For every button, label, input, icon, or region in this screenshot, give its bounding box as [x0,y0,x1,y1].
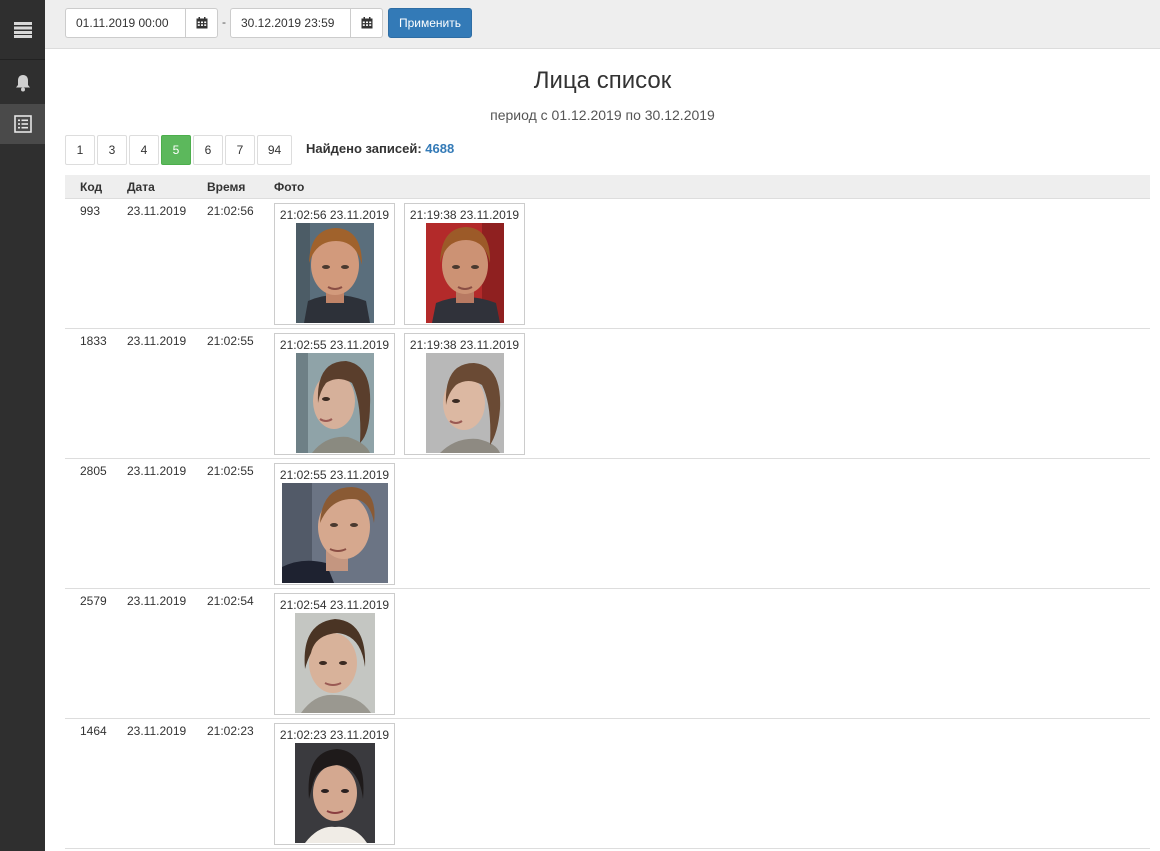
table-row: 993 23.11.2019 21:02:56 21:02:56 23.11.2… [65,199,1150,329]
photo-caption: 21:02:56 23.11.2019 [279,208,390,222]
table-row: 2579 23.11.2019 21:02:54 21:02:54 23.11.… [65,589,1150,719]
date-separator: - [222,15,226,29]
row-date: 23.11.2019 [127,334,187,348]
face-photo-card[interactable]: 21:19:38 23.11.2019 [404,203,525,325]
row-time: 21:02:55 [207,464,254,478]
row-code: 2805 [80,464,107,478]
header-time: Время [207,180,246,194]
page-link-4[interactable]: 4 [129,135,159,165]
sidebar [0,0,45,851]
row-time: 21:02:55 [207,334,254,348]
row-date: 23.11.2019 [127,594,187,608]
page-title: Лица список [533,67,672,94]
page-link-3[interactable]: 3 [97,135,127,165]
row-code: 993 [80,204,101,218]
page-link-94[interactable]: 94 [257,135,292,165]
header-date: Дата [127,180,155,194]
face-photo [295,743,375,843]
face-photo [295,613,375,713]
date-to-group [230,8,383,38]
table-header: Код Дата Время Фото [65,175,1150,199]
calendar-icon [361,17,372,29]
photo-caption: 21:19:38 23.11.2019 [409,338,520,352]
face-photo [426,353,504,453]
apply-button[interactable]: Применить [388,8,472,38]
pagination: 1 3 4 5 6 7 94 [65,135,294,165]
date-from-group [65,8,218,38]
face-photo-card[interactable]: 21:02:54 23.11.2019 [274,593,395,715]
records-found-label: Найдено записей: [306,141,422,156]
row-time: 21:02:56 [207,204,254,218]
row-code: 1464 [80,724,107,738]
face-photo-card[interactable]: 21:02:23 23.11.2019 [274,723,395,845]
face-photo-card[interactable]: 21:02:55 23.11.2019 [274,333,395,455]
row-code: 2579 [80,594,107,608]
list-icon [13,115,32,133]
date-to-calendar-button[interactable] [350,8,383,38]
faces-list-button[interactable] [0,104,45,144]
photo-caption: 21:02:55 23.11.2019 [279,468,390,482]
row-date: 23.11.2019 [127,464,187,478]
row-date: 23.11.2019 [127,204,187,218]
date-from-calendar-button[interactable] [185,8,218,38]
row-time: 21:02:54 [207,594,254,608]
date-from-input[interactable] [65,8,185,38]
calendar-icon [196,17,207,29]
row-date: 23.11.2019 [127,724,187,738]
date-to-input[interactable] [230,8,350,38]
face-photo-card[interactable]: 21:02:56 23.11.2019 [274,203,395,325]
table-row: 1833 23.11.2019 21:02:55 21:02:55 23.11.… [65,329,1150,459]
face-photo [282,483,388,583]
hamburger-menu-icon [13,21,32,38]
toolbar: - Применить [45,0,1160,49]
header-photo: Фото [274,180,305,194]
header-code: Код [80,180,103,194]
notifications-button[interactable] [0,62,45,104]
page-subtitle: период с 01.12.2019 по 30.12.2019 [490,107,715,123]
photo-caption: 21:19:38 23.11.2019 [409,208,520,222]
page-link-6[interactable]: 6 [193,135,223,165]
menu-button[interactable] [0,0,45,60]
row-time: 21:02:23 [207,724,254,738]
face-photo-card[interactable]: 21:02:55 23.11.2019 [274,463,395,585]
face-photo [296,223,374,323]
records-found-count: 4688 [425,141,455,156]
row-code: 1833 [80,334,107,348]
photo-caption: 21:02:23 23.11.2019 [279,728,390,742]
records-found: Найдено записей: 4688 [306,141,454,156]
face-photo [296,353,374,453]
table-row: 1464 23.11.2019 21:02:23 21:02:23 23.11.… [65,719,1150,849]
page-link-1[interactable]: 1 [65,135,95,165]
photo-caption: 21:02:55 23.11.2019 [279,338,390,352]
face-photo [426,223,504,323]
photo-caption: 21:02:54 23.11.2019 [279,598,390,612]
face-photo-card[interactable]: 21:19:38 23.11.2019 [404,333,525,455]
page-link-5-active[interactable]: 5 [161,135,191,165]
table-row: 2805 23.11.2019 21:02:55 21:02:55 23.11.… [65,459,1150,589]
page-link-7[interactable]: 7 [225,135,255,165]
bell-icon [15,75,30,92]
